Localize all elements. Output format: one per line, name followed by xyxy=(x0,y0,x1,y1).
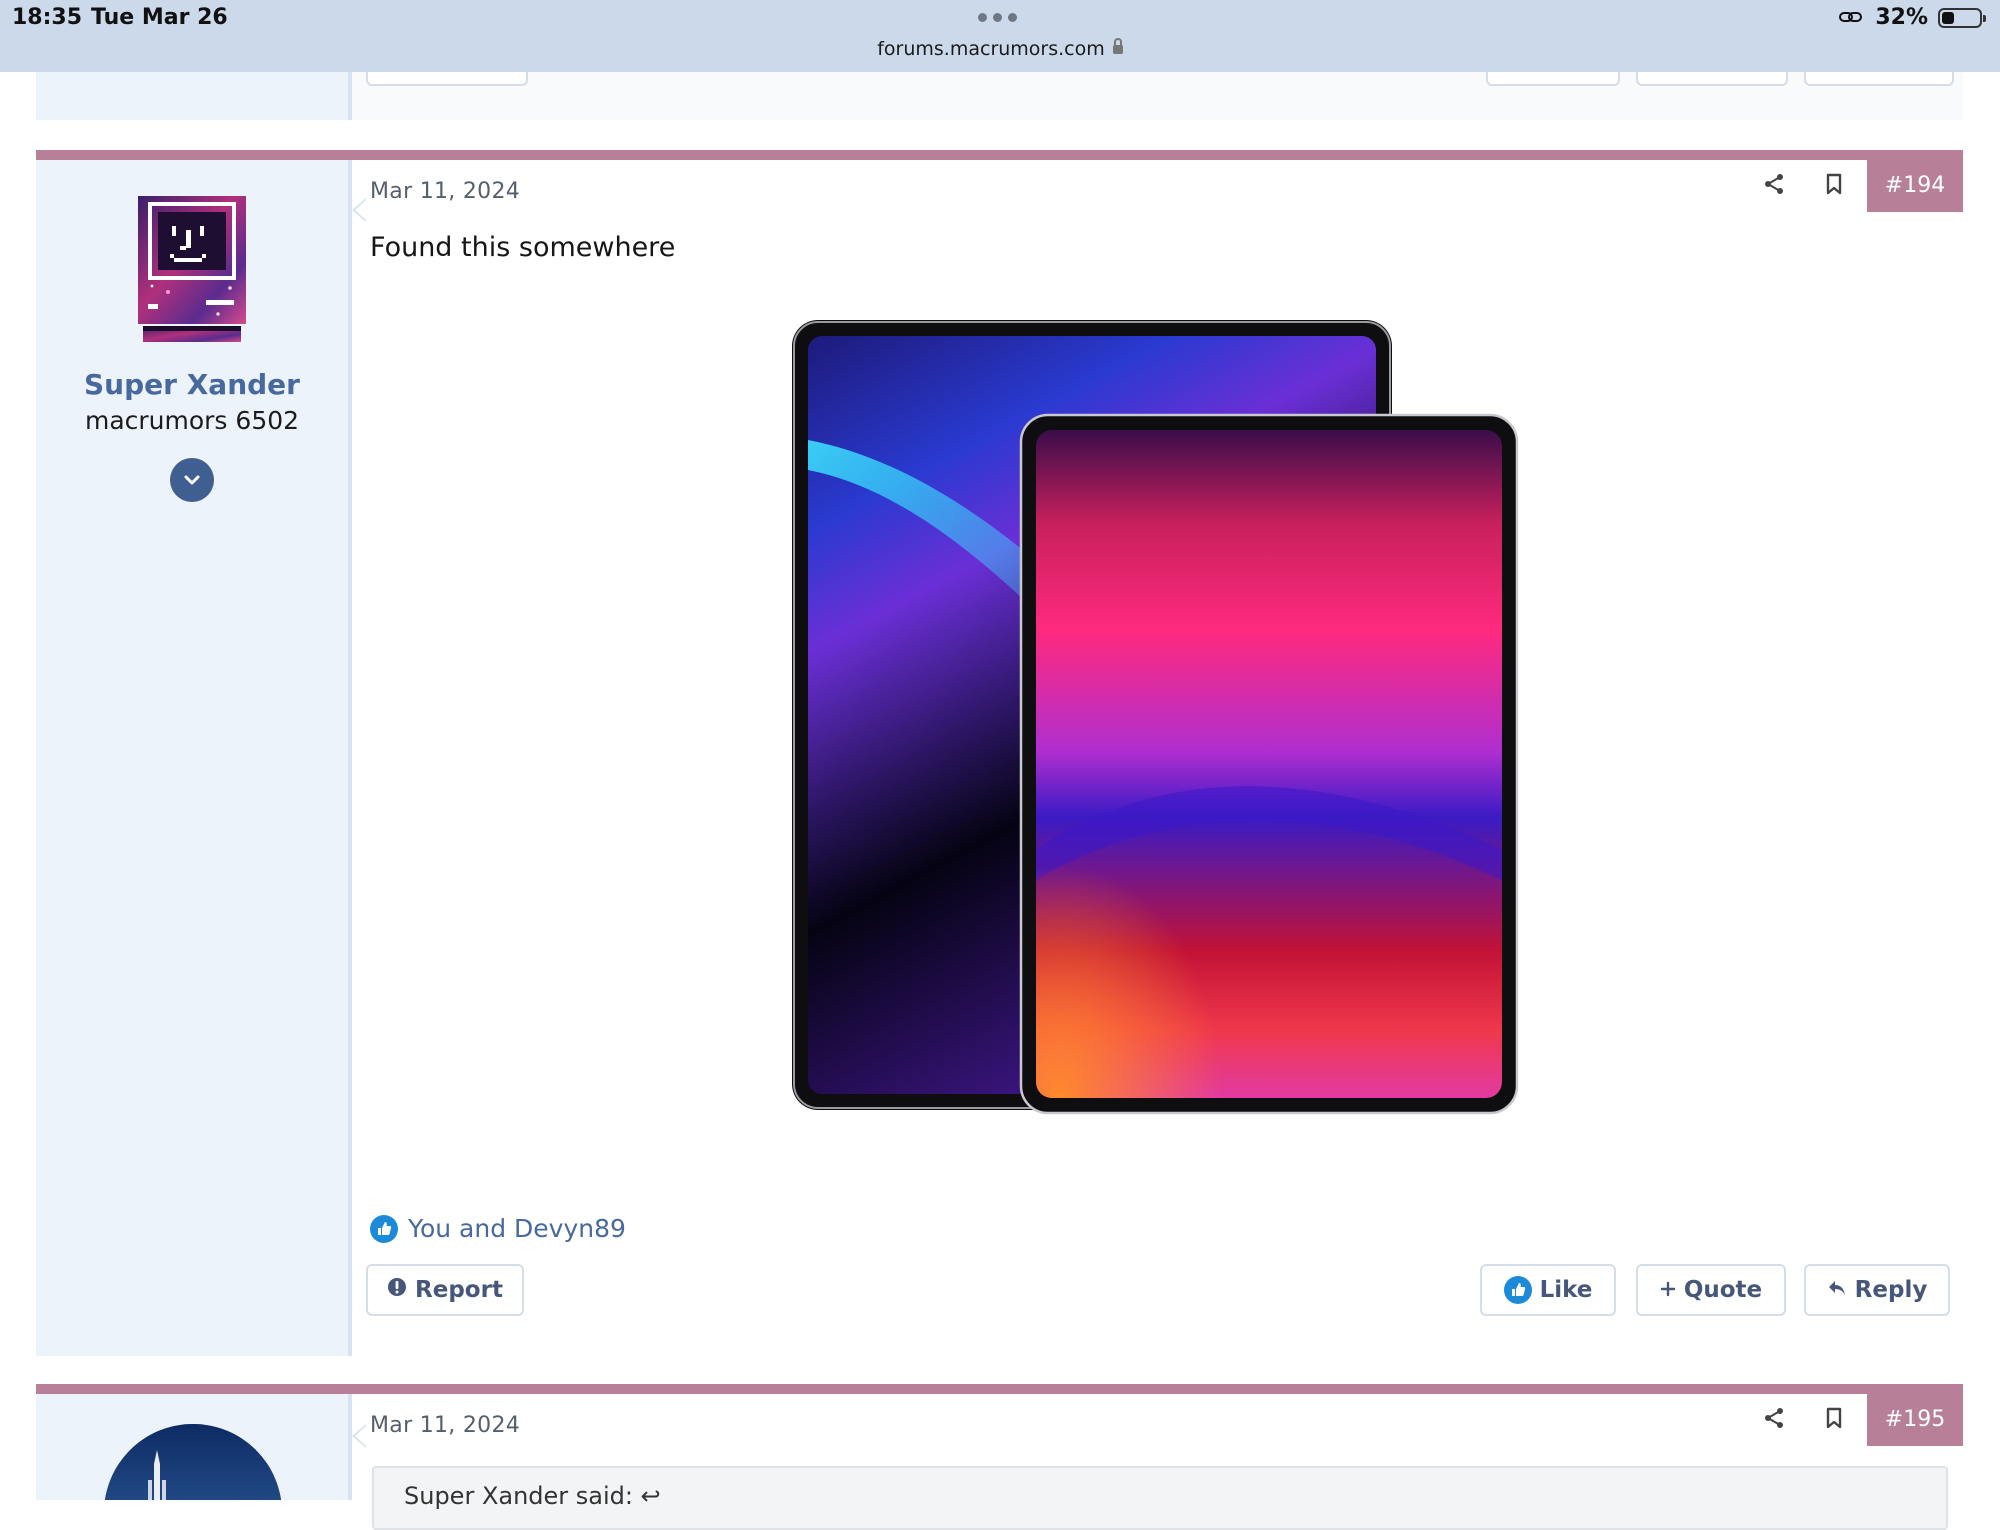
post-date[interactable]: Mar 11, 2024 xyxy=(370,1413,520,1438)
warning-icon xyxy=(387,1277,407,1303)
share-icon[interactable] xyxy=(1760,170,1788,198)
clock: 18:35 xyxy=(12,5,83,30)
address-bar[interactable]: forums.macrumors.com xyxy=(0,38,2000,60)
rocket-launch-avatar-icon[interactable] xyxy=(104,1424,282,1500)
ipad-pair-image[interactable] xyxy=(792,320,1562,1120)
quote-attribution[interactable]: Super Xander said: ↩ xyxy=(404,1482,661,1510)
quote-button[interactable]: Quote xyxy=(1636,1264,1786,1316)
bookmark-icon[interactable] xyxy=(1820,1404,1848,1432)
post-194: Super Xander macrumors 6502 Mar 11, 2024… xyxy=(36,150,1963,1356)
quote-block[interactable]: Super Xander said: ↩ xyxy=(372,1466,1948,1530)
personal-hotspot-icon xyxy=(1837,9,1865,27)
post-accent-bar xyxy=(36,150,1963,160)
speech-caret xyxy=(352,198,367,222)
reply-label: Reply xyxy=(1854,1277,1928,1303)
post-accent-bar xyxy=(36,1384,1963,1394)
reactions-summary[interactable]: You and Devyn89 xyxy=(370,1214,626,1243)
reply-arrow-icon xyxy=(1827,1277,1847,1303)
date: Tue Mar 26 xyxy=(91,5,228,30)
battery-percent: 32% xyxy=(1875,5,1928,30)
report-button[interactable]: Report xyxy=(366,1264,524,1316)
bookmark-icon[interactable] xyxy=(1820,170,1848,198)
previous-post-author-column xyxy=(36,72,352,120)
author-column: Super Xander macrumors 6502 xyxy=(36,160,352,1356)
like-label: Like xyxy=(1539,1277,1593,1303)
reply-button[interactable]: Reply xyxy=(1804,1264,1950,1316)
speech-caret xyxy=(352,1424,367,1448)
chevron-down-icon[interactable] xyxy=(170,458,214,502)
thumbs-up-icon xyxy=(370,1214,398,1243)
reactions-text[interactable]: You and Devyn89 xyxy=(408,1214,626,1243)
lock-icon xyxy=(1112,38,1123,54)
like-button[interactable]: Like xyxy=(1480,1264,1616,1316)
post-number[interactable]: #194 xyxy=(1867,160,1963,212)
smiling-mac-avatar-icon[interactable] xyxy=(138,196,246,342)
url-text: forums.macrumors.com xyxy=(877,38,1105,60)
status-indicators: 32% xyxy=(1837,5,1986,30)
post-number[interactable]: #195 xyxy=(1867,1394,1963,1446)
battery-icon xyxy=(1938,7,1986,28)
quote-label: Quote xyxy=(1683,1277,1763,1303)
multitasking-dots-icon[interactable] xyxy=(978,13,1017,22)
author-title: macrumors 6502 xyxy=(84,406,300,435)
author-column xyxy=(36,1394,352,1500)
status-bar: 18:35 Tue Mar 26 forums.macrumors.com 32… xyxy=(0,0,2000,72)
post-date[interactable]: Mar 11, 2024 xyxy=(370,179,520,204)
share-icon[interactable] xyxy=(1760,1404,1788,1432)
post-body: Found this somewhere xyxy=(370,232,676,263)
plus-icon xyxy=(1660,1277,1676,1303)
thumbs-up-icon xyxy=(1503,1276,1532,1304)
author-name[interactable]: Super Xander xyxy=(36,368,348,401)
report-label: Report xyxy=(415,1277,503,1303)
